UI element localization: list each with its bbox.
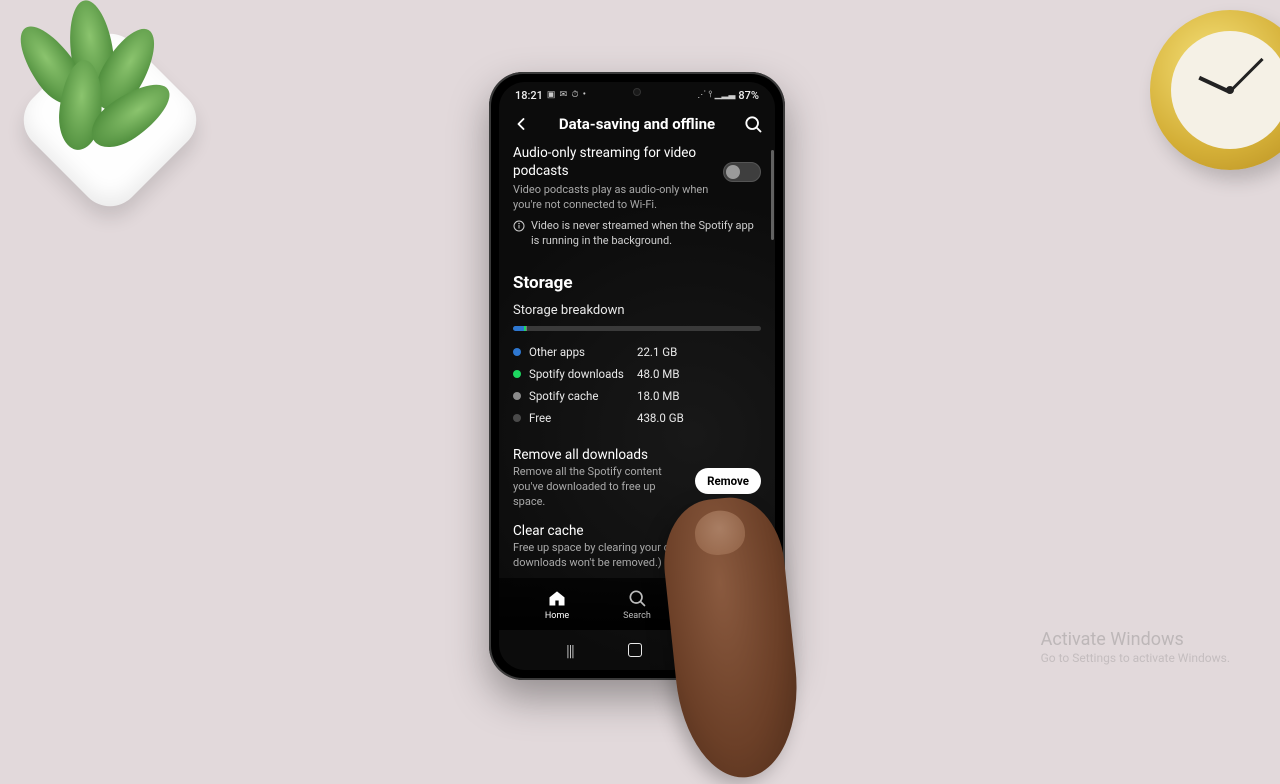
legend-dot [513, 392, 521, 400]
remove-downloads-title: Remove all downloads [513, 447, 685, 463]
nav-search-label: Search [623, 611, 651, 621]
sys-recents-button[interactable]: ||| [566, 641, 574, 660]
setting-title: Audio-only streaming for video podcasts [513, 144, 713, 180]
windows-watermark: Activate Windows Go to Settings to activ… [1041, 629, 1230, 665]
legend-value: 18.0 MB [637, 389, 679, 403]
audio-only-info: Video is never streamed when the Spotify… [513, 219, 761, 249]
audio-only-toggle[interactable] [723, 162, 761, 182]
legend-label: Spotify cache [529, 389, 629, 403]
legend-label: Free [529, 411, 629, 425]
scrollbar[interactable] [771, 150, 774, 240]
back-icon[interactable] [511, 114, 531, 134]
legend-value: 22.1 GB [637, 345, 677, 359]
legend-spotify-downloads: Spotify downloads 48.0 MB [513, 363, 761, 385]
legend-value: 48.0 MB [637, 367, 679, 381]
status-right-icons: ⋰ ⫯ ▁▂▃ [697, 90, 735, 100]
app-header: Data-saving and offline [499, 108, 775, 144]
legend-label: Other apps [529, 345, 629, 359]
legend-spotify-cache: Spotify cache 18.0 MB [513, 385, 761, 407]
section-storage: Storage [513, 273, 761, 293]
clock-decoration [1150, 10, 1280, 170]
search-icon[interactable] [743, 114, 763, 134]
status-battery: 87% [738, 89, 759, 102]
legend-free: Free 438.0 GB [513, 407, 761, 429]
status-time: 18:21 [515, 89, 543, 102]
plant-decoration [0, 0, 240, 240]
watermark-line1: Activate Windows [1041, 629, 1230, 651]
legend-dot [513, 370, 521, 378]
remove-button[interactable]: Remove [695, 468, 761, 494]
legend-dot [513, 414, 521, 422]
nav-home-label: Home [545, 611, 569, 621]
front-camera [633, 88, 641, 96]
storage-legend: Other apps 22.1 GB Spotify downloads 48.… [513, 341, 761, 429]
storage-bar [513, 326, 761, 331]
nav-search[interactable]: Search [597, 588, 677, 621]
setting-audio-only[interactable]: Audio-only streaming for video podcasts … [513, 144, 761, 213]
remove-downloads-subtitle: Remove all the Spotify content you've do… [513, 465, 685, 510]
legend-other-apps: Other apps 22.1 GB [513, 341, 761, 363]
legend-label: Spotify downloads [529, 367, 629, 381]
info-text: Video is never streamed when the Spotify… [531, 219, 761, 249]
info-icon [513, 220, 525, 237]
setting-subtitle: Video podcasts play as audio-only when y… [513, 183, 713, 213]
page-title: Data-saving and offline [559, 115, 715, 133]
storage-breakdown-title: Storage breakdown [513, 303, 761, 318]
watermark-line2: Go to Settings to activate Windows. [1041, 651, 1230, 665]
legend-dot [513, 348, 521, 356]
nav-home[interactable]: Home [517, 588, 597, 621]
sys-home-button[interactable] [628, 643, 642, 657]
legend-value: 438.0 GB [637, 411, 684, 425]
status-left-icons: ▣ ✉ ⏱ • [547, 90, 587, 100]
